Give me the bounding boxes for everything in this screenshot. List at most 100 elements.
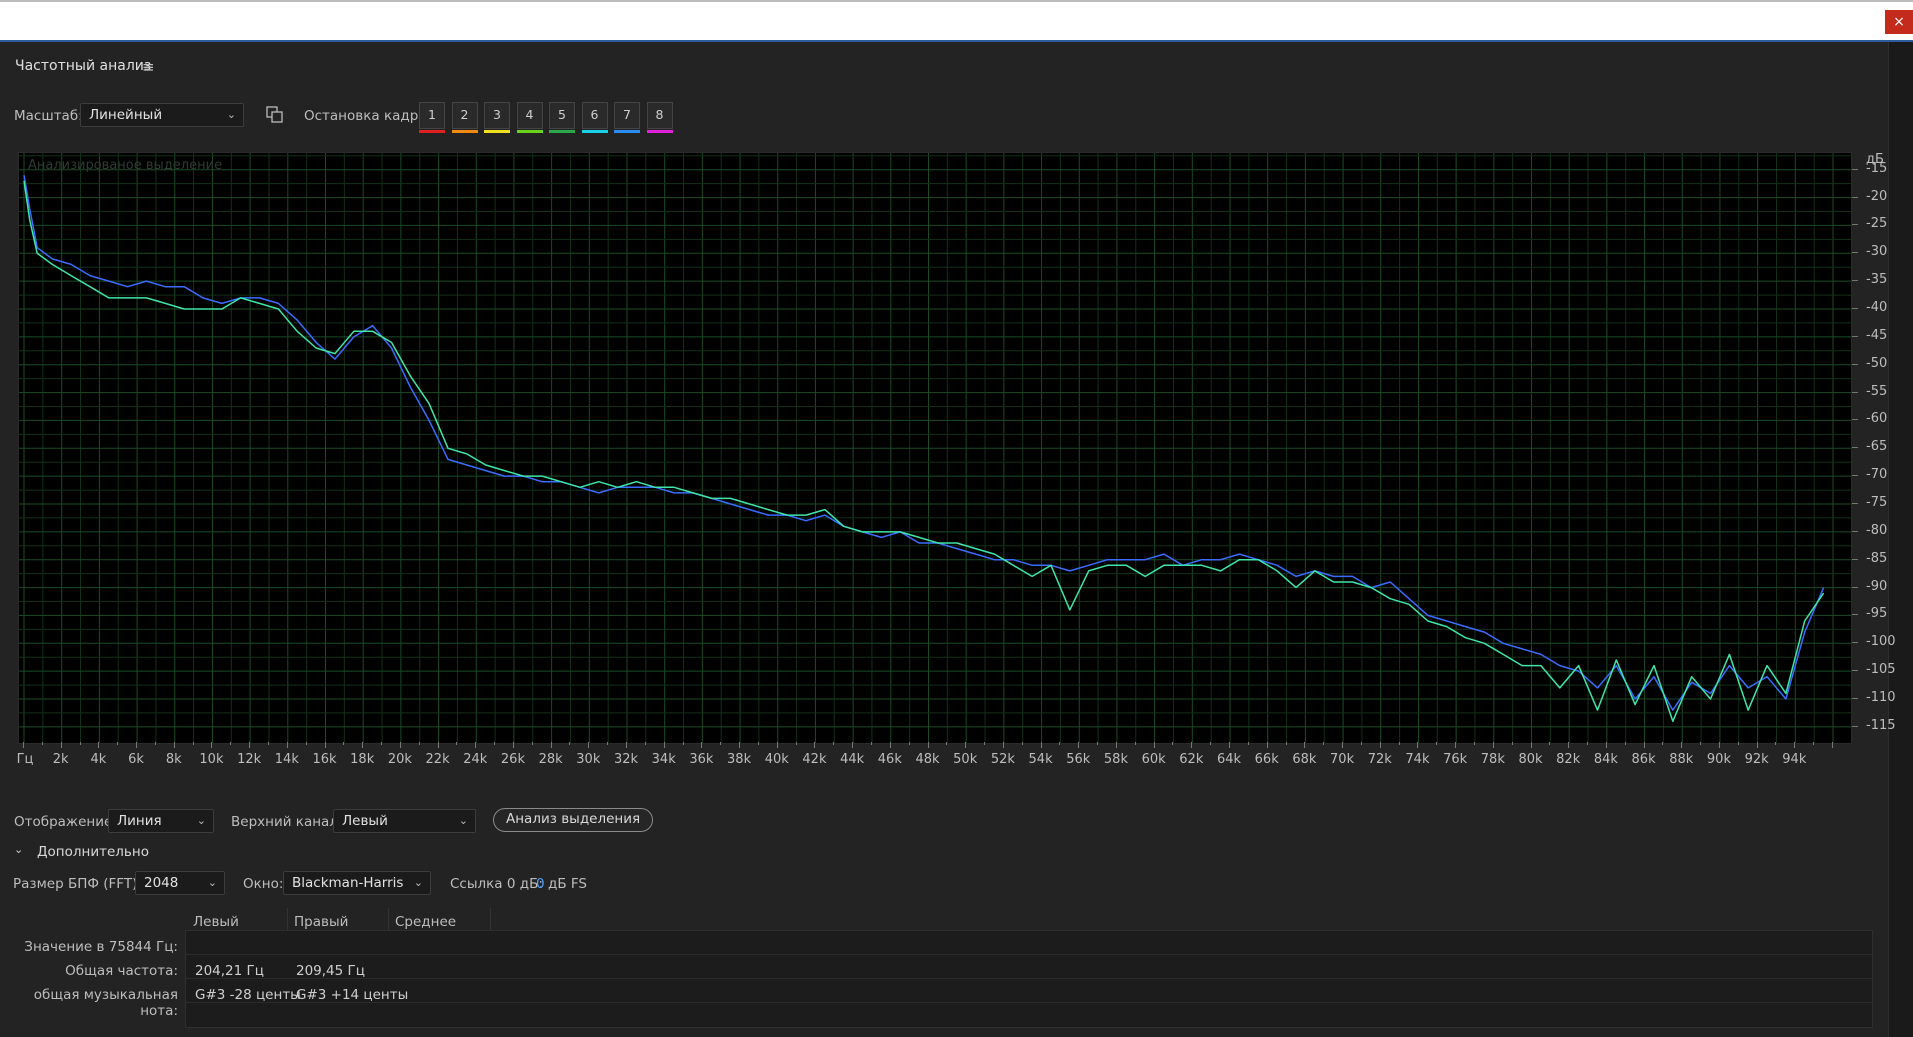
hz-tick-mark — [1210, 742, 1212, 745]
db-tick-label: -60 — [1866, 411, 1888, 427]
db-tick-mark — [1852, 642, 1858, 644]
hz-tick-mark — [1718, 742, 1720, 748]
hz-tick-label: 32k — [613, 752, 639, 767]
fft-size-label: Размер БПФ (FFT): — [13, 876, 142, 892]
freeze-frame-button-5[interactable]: 5 — [549, 102, 575, 133]
hz-tick-mark — [324, 742, 326, 748]
hz-tick-mark — [41, 742, 43, 745]
freeze-frame-number: 3 — [493, 107, 501, 122]
hz-tick-mark — [1323, 742, 1325, 745]
db-tick-label: -50 — [1866, 355, 1888, 371]
hz-tick-mark — [1530, 742, 1532, 748]
freeze-frame-button-8[interactable]: 8 — [646, 102, 673, 133]
hz-tick-mark — [79, 742, 81, 745]
db-tick-mark — [1852, 475, 1858, 477]
db-tick-mark — [1852, 391, 1858, 393]
hz-tick-mark — [249, 742, 251, 748]
row-divider — [186, 978, 1872, 979]
display-label: Отображение: — [14, 814, 117, 830]
hz-tick-label: 66k — [1254, 752, 1279, 767]
column-separator — [490, 908, 491, 930]
db-tick-label: -15 — [1866, 160, 1888, 176]
freeze-frame-button-7[interactable]: 7 — [614, 102, 640, 133]
db-tick-mark — [1852, 447, 1858, 449]
db-tick-mark — [1852, 670, 1858, 672]
window-select[interactable]: Blackman-Harris ⌄ — [283, 871, 431, 895]
top-channel-select[interactable]: Левый ⌄ — [333, 809, 476, 833]
hz-tick-mark — [1662, 742, 1664, 745]
db-tick-mark — [1852, 363, 1858, 365]
hz-tick-mark — [644, 742, 646, 745]
freeze-frame-button-6[interactable]: 6 — [581, 102, 608, 133]
hz-tick-mark — [852, 742, 854, 748]
hz-tick-mark — [154, 742, 156, 745]
analyze-selection-button[interactable]: Анализ выделения — [493, 808, 654, 832]
hz-tick-mark — [1832, 742, 1833, 748]
hz-tick-mark — [1568, 742, 1570, 748]
hz-tick-mark — [1229, 742, 1230, 748]
hz-tick-label: 74k — [1405, 752, 1430, 767]
db-tick-mark — [1852, 586, 1858, 588]
hz-tick-mark — [588, 742, 590, 748]
hz-tick-mark — [381, 742, 383, 745]
db-axis: дБ -15 -20 -25 -30 -35 -40 -45 -50 -55 -60 -65 -70-… — [1852, 152, 1896, 742]
hz-tick-label: 86k — [1631, 752, 1656, 767]
db-tick-mark — [1852, 725, 1858, 727]
freeze-frame-button-1[interactable]: 1 — [419, 102, 445, 133]
advanced-section-label[interactable]: Дополнительно — [37, 844, 149, 860]
hz-tick-label: 60k — [1141, 752, 1166, 767]
display-select[interactable]: Линия ⌄ — [108, 809, 214, 833]
hz-tick-mark — [1511, 742, 1513, 745]
panel-menu-icon[interactable]: ≡ — [142, 58, 155, 76]
spectrum-plot[interactable] — [18, 152, 1852, 744]
hz-tick-mark — [399, 742, 401, 748]
hz-tick-label: 54k — [1028, 752, 1053, 767]
db-tick-mark — [1852, 308, 1858, 309]
hz-tick-label: 28k — [538, 752, 563, 767]
hz-tick-mark — [117, 742, 119, 745]
hz-tick-mark — [1794, 742, 1796, 748]
db-tick-label: -95 — [1866, 606, 1888, 622]
hz-tick-label: 38k — [727, 752, 752, 767]
freeze-frame-number: 4 — [525, 107, 534, 122]
scale-select[interactable]: Линейный ⌄ — [80, 103, 244, 127]
hz-tick-mark — [531, 742, 533, 745]
hz-tick-mark — [757, 742, 759, 745]
hz-tick-mark — [550, 742, 552, 748]
hz-tick-mark — [456, 742, 458, 745]
hz-tick-mark — [1417, 742, 1419, 748]
hz-tick-mark — [776, 742, 778, 748]
overall-frequency-left: 204,21 Гц — [195, 963, 264, 979]
window-titlebar: × — [0, 0, 1913, 40]
chevron-down-icon: ⌄ — [413, 876, 423, 889]
hz-tick-mark — [362, 742, 364, 748]
freeze-frame-button-2[interactable]: 2 — [451, 102, 478, 133]
copy-icon[interactable] — [266, 106, 284, 124]
hz-tick-mark — [1059, 742, 1061, 745]
freeze-frame-button-3[interactable]: 3 — [484, 102, 510, 133]
hz-tick-mark — [1643, 742, 1645, 748]
hz-tick-mark — [701, 742, 703, 748]
fft-size-select[interactable]: 2048 ⌄ — [135, 871, 225, 895]
hz-tick-label: 48k — [915, 752, 940, 767]
hz-tick-mark — [1492, 742, 1494, 748]
reference-unit: дБ FS — [548, 876, 587, 892]
hz-axis: Гц 2k 4k 6k 8k 10k 12k 14k 16k 18k 20k 22k 24k 26k 28… — [17, 742, 1850, 768]
row-label-musical-note: общая музыкальная нота: — [33, 987, 178, 1019]
hz-tick-label: 42k — [802, 752, 827, 767]
hz-tick-label: 46k — [877, 752, 902, 767]
spectrum-chart — [19, 153, 1851, 743]
close-icon[interactable]: × — [1885, 10, 1913, 34]
hz-tick-mark — [1775, 742, 1777, 745]
freeze-frame-button-4[interactable]: 4 — [516, 102, 543, 133]
hz-tick-mark — [1040, 742, 1042, 748]
hz-tick-label: 50k — [953, 752, 978, 767]
reference-label: Ссылка 0 дБ: — [450, 876, 543, 892]
hz-tick-mark — [1342, 742, 1344, 748]
advanced-toggle-icon[interactable]: ⌄ — [14, 843, 23, 856]
freeze-frame-color-bar — [516, 130, 543, 133]
fft-size-select-value: 2048 — [144, 875, 179, 891]
hz-tick-label: 26k — [500, 752, 525, 767]
row-label-value-at: Значение в 75844 Гц: — [24, 939, 178, 955]
reference-value[interactable]: 0 — [536, 876, 545, 892]
